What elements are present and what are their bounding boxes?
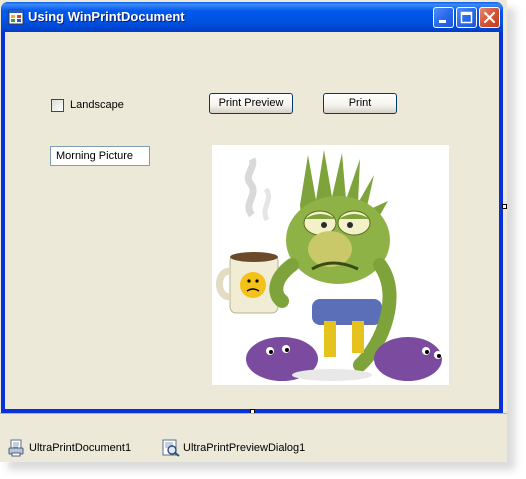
landscape-checkbox[interactable]: Landscape bbox=[51, 98, 124, 112]
form-icon bbox=[8, 9, 24, 25]
tray-item-label: UltraPrintDocument1 bbox=[29, 442, 132, 454]
landscape-checkbox-label: Landscape bbox=[70, 99, 124, 111]
landscape-checkbox-box[interactable] bbox=[51, 98, 64, 112]
maximize-button[interactable] bbox=[456, 7, 477, 28]
print-button[interactable]: Print bbox=[323, 93, 397, 114]
component-tray-item[interactable]: UltraPrintPreviewDialog1 bbox=[162, 439, 305, 457]
cartoon-monster-image bbox=[216, 150, 442, 381]
print-document-icon bbox=[8, 439, 24, 457]
close-icon bbox=[483, 11, 496, 24]
maximize-icon bbox=[460, 11, 473, 24]
minimize-button[interactable] bbox=[433, 7, 454, 28]
component-tray-item[interactable]: UltraPrintDocument1 bbox=[8, 439, 131, 457]
form-client-area: Landscape Print Preview Print Morning Pi… bbox=[5, 32, 499, 409]
component-tray: UltraPrintDocument1 UltraPrintPreviewDia… bbox=[0, 413, 507, 462]
print-preview-button[interactable]: Print Preview bbox=[209, 93, 293, 114]
close-button[interactable] bbox=[479, 7, 500, 28]
title-bar[interactable]: Using WinPrintDocument bbox=[1, 2, 503, 32]
form-window[interactable]: Using WinPrintDocument Landscape Print P… bbox=[1, 2, 503, 413]
minimize-icon bbox=[439, 20, 446, 23]
resize-handle-right[interactable] bbox=[502, 204, 507, 209]
tray-item-label: UltraPrintPreviewDialog1 bbox=[183, 442, 306, 454]
print-preview-dialog-icon bbox=[162, 439, 180, 457]
window-title: Using WinPrintDocument bbox=[28, 9, 185, 24]
picture-name-textbox[interactable]: Morning Picture bbox=[50, 146, 150, 166]
picture-box bbox=[212, 145, 449, 385]
